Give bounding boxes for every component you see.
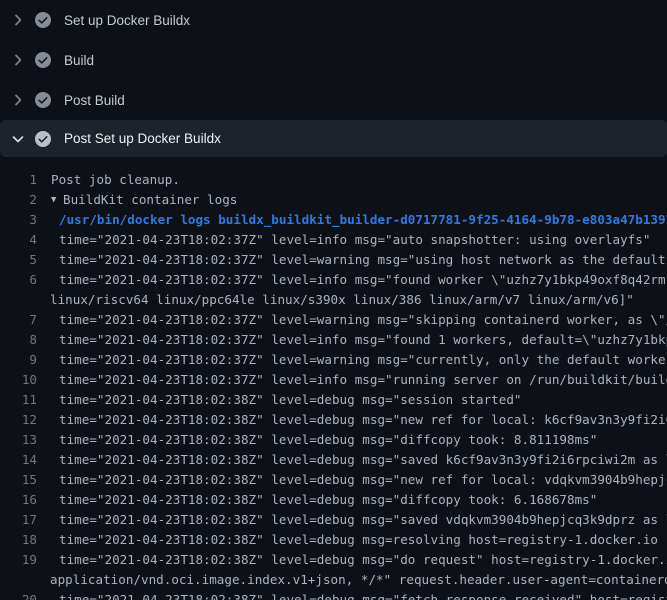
log-line-number[interactable]: 19	[0, 550, 37, 570]
log-line-number[interactable]: 7	[0, 310, 37, 330]
log-line-number[interactable]: 13	[0, 430, 37, 450]
log-line-text: time="2021-04-23T18:02:38Z" level=debug …	[59, 550, 667, 570]
log-line-text: time="2021-04-23T18:02:38Z" level=debug …	[59, 490, 597, 510]
log-line-number[interactable]: 9	[0, 350, 37, 370]
log-line: 3 /usr/bin/docker logs buildx_buildkit_b…	[0, 210, 667, 230]
log-line-number[interactable]: 6	[0, 270, 37, 290]
log-line: 20 time="2021-04-23T18:02:38Z" level=deb…	[0, 590, 667, 600]
log-line-text: application/vnd.oci.image.index.v1+json,…	[50, 570, 667, 590]
log-line-text: time="2021-04-23T18:02:37Z" level=warnin…	[59, 310, 667, 330]
log-line[interactable]: 2 ▼BuildKit container logs	[0, 190, 667, 210]
log-line-number[interactable]: 14	[0, 450, 37, 470]
actions-log-viewer: Set up Docker Buildx Build P	[0, 0, 667, 600]
log-line: application/vnd.oci.image.index.v1+json,…	[0, 570, 667, 590]
log-line-text: time="2021-04-23T18:02:37Z" level=warnin…	[59, 350, 667, 370]
check-circle-icon	[35, 131, 51, 147]
steps-list: Set up Docker Buildx Build P	[0, 0, 667, 157]
chevron-right-icon	[10, 52, 26, 68]
log-line: 10 time="2021-04-23T18:02:37Z" level=inf…	[0, 370, 667, 390]
log-line: 9 time="2021-04-23T18:02:37Z" level=warn…	[0, 350, 667, 370]
log-line: 19 time="2021-04-23T18:02:38Z" level=deb…	[0, 550, 667, 570]
log-line-text: time="2021-04-23T18:02:38Z" level=debug …	[59, 390, 522, 410]
log-line-number[interactable]: 1	[0, 170, 37, 190]
log-line-number[interactable]: 4	[0, 230, 37, 250]
check-circle-icon	[35, 12, 51, 28]
log-line-number[interactable]: 20	[0, 590, 37, 600]
log-line-text: time="2021-04-23T18:02:38Z" level=debug …	[59, 430, 597, 450]
log-line: 17 time="2021-04-23T18:02:38Z" level=deb…	[0, 510, 667, 530]
log-line: 5 time="2021-04-23T18:02:37Z" level=warn…	[0, 250, 667, 270]
log-line-number[interactable]: 17	[0, 510, 37, 530]
log-line: 13 time="2021-04-23T18:02:38Z" level=deb…	[0, 430, 667, 450]
step-row-post-set-up-docker-buildx[interactable]: Post Set up Docker Buildx	[0, 120, 667, 157]
log-line: 15 time="2021-04-23T18:02:38Z" level=deb…	[0, 470, 667, 490]
step-label: Set up Docker Buildx	[64, 13, 190, 28]
log-line-text: time="2021-04-23T18:02:38Z" level=debug …	[59, 590, 667, 600]
log-line: 4 time="2021-04-23T18:02:37Z" level=info…	[0, 230, 667, 250]
log-line-text: time="2021-04-23T18:02:38Z" level=debug …	[59, 410, 667, 430]
check-circle-icon	[35, 92, 51, 108]
chevron-right-icon	[10, 12, 26, 28]
log-line-text: Post job cleanup.	[51, 170, 180, 190]
log-line-text: linux/riscv64 linux/ppc64le linux/s390x …	[50, 290, 634, 310]
step-row-build[interactable]: Build	[0, 40, 667, 80]
log-line: 12 time="2021-04-23T18:02:38Z" level=deb…	[0, 410, 667, 430]
log-line-text: time="2021-04-23T18:02:38Z" level=debug …	[59, 470, 667, 490]
log-line-text: time="2021-04-23T18:02:38Z" level=debug …	[59, 510, 667, 530]
log-line-number[interactable]: 16	[0, 490, 37, 510]
log-area: 1 Post job cleanup. 2 ▼BuildKit containe…	[0, 157, 667, 600]
log-line-number[interactable]: 12	[0, 410, 37, 430]
log-line: 16 time="2021-04-23T18:02:38Z" level=deb…	[0, 490, 667, 510]
log-line-number[interactable]: 15	[0, 470, 37, 490]
log-line: 8 time="2021-04-23T18:02:37Z" level=info…	[0, 330, 667, 350]
step-label: Build	[64, 53, 94, 68]
check-circle-icon	[35, 52, 51, 68]
log-line-number[interactable]: 11	[0, 390, 37, 410]
log-line-number[interactable]: 3	[0, 210, 37, 230]
log-line: 7 time="2021-04-23T18:02:37Z" level=warn…	[0, 310, 667, 330]
step-label: Post Set up Docker Buildx	[64, 131, 221, 146]
log-line-text: time="2021-04-23T18:02:38Z" level=debug …	[59, 530, 658, 550]
chevron-right-icon	[10, 92, 26, 108]
log-line-text: time="2021-04-23T18:02:37Z" level=info m…	[59, 270, 667, 290]
log-group-triangle-icon[interactable]: ▼	[51, 190, 63, 210]
log-line-number[interactable]: 5	[0, 250, 37, 270]
log-line: linux/riscv64 linux/ppc64le linux/s390x …	[0, 290, 667, 310]
log-line: 18 time="2021-04-23T18:02:38Z" level=deb…	[0, 530, 667, 550]
log-line-text: /usr/bin/docker logs buildx_buildkit_bui…	[59, 210, 667, 230]
log-line: 1 Post job cleanup.	[0, 170, 667, 190]
log-line-text: time="2021-04-23T18:02:37Z" level=warnin…	[59, 250, 667, 270]
log-line-text: time="2021-04-23T18:02:37Z" level=info m…	[59, 370, 667, 390]
log-line-text: time="2021-04-23T18:02:37Z" level=info m…	[59, 230, 650, 250]
log-line-number[interactable]: 10	[0, 370, 37, 390]
log-line: 14 time="2021-04-23T18:02:38Z" level=deb…	[0, 450, 667, 470]
log-line-number[interactable]: 2	[0, 190, 37, 210]
log-line-number[interactable]: 8	[0, 330, 37, 350]
log-line: 11 time="2021-04-23T18:02:38Z" level=deb…	[0, 390, 667, 410]
step-row-post-build[interactable]: Post Build	[0, 80, 667, 120]
log-line-number[interactable]: 18	[0, 530, 37, 550]
chevron-down-icon	[10, 131, 26, 147]
log-line-text: time="2021-04-23T18:02:38Z" level=debug …	[59, 450, 667, 470]
log-line-text: time="2021-04-23T18:02:37Z" level=info m…	[59, 330, 667, 350]
step-row-set-up-docker-buildx[interactable]: Set up Docker Buildx	[0, 0, 667, 40]
step-label: Post Build	[64, 93, 125, 108]
log-line-text: BuildKit container logs	[63, 190, 237, 210]
log-line: 6 time="2021-04-23T18:02:37Z" level=info…	[0, 270, 667, 290]
